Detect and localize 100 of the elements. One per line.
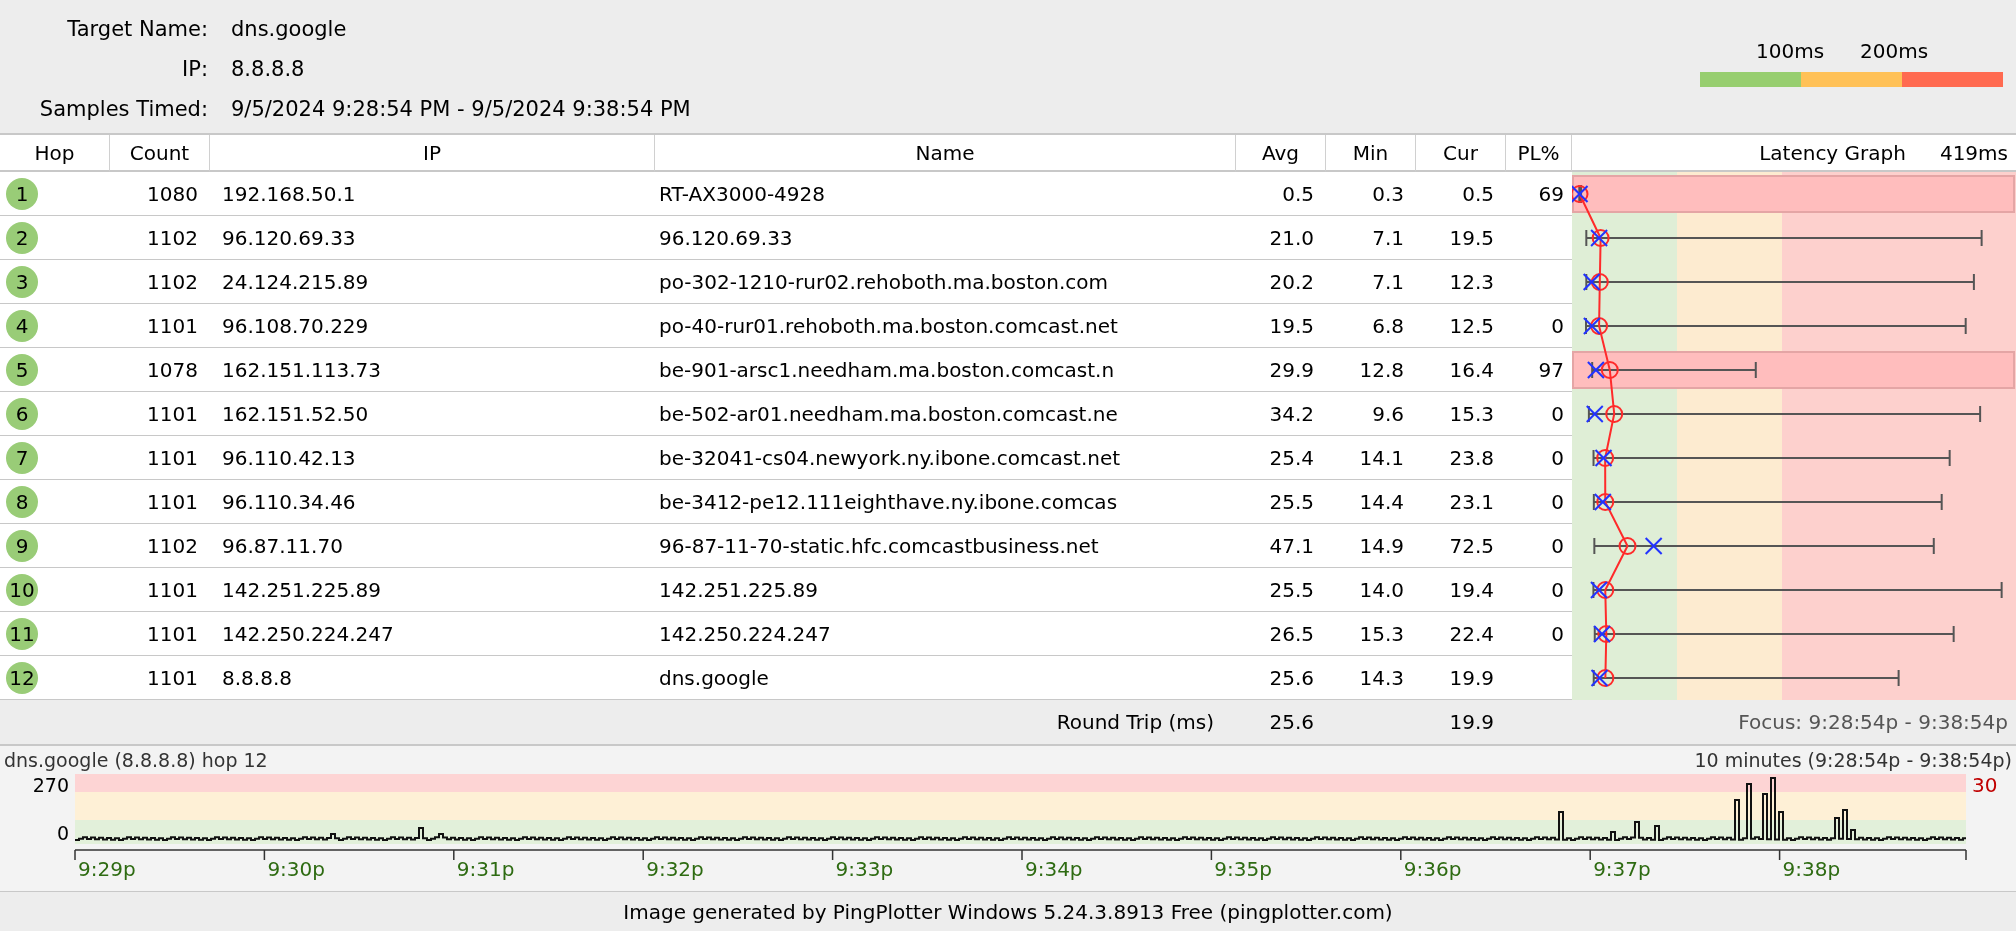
name-cell-text: be-901-arsc1.needham.ma.boston.comcast.n	[659, 356, 1115, 384]
field-value: 9/5/2024 9:28:54 PM - 9/5/2024 9:38:54 PM	[231, 95, 691, 123]
x-axis-label: 9:33p	[835, 856, 895, 883]
loss-cell-text: 0	[1551, 444, 1564, 472]
avg-cell-text: 47.1	[1269, 532, 1314, 560]
column-header[interactable]: IP	[210, 135, 655, 172]
x-axis-label: 9:37p	[1593, 856, 1652, 883]
cur-cell-text: 16.4	[1449, 356, 1494, 384]
hop-number: 9	[6, 529, 38, 562]
column-header[interactable]: Cur	[1416, 135, 1506, 172]
min-cell-text: 14.9	[1359, 532, 1404, 560]
name-cell-text: po-40-rur01.rehoboth.ma.boston.comcast.net	[659, 312, 1118, 340]
hop-number: 2	[6, 221, 38, 254]
cur-cell-text: 12.5	[1449, 312, 1494, 340]
count-cell-text: 1101	[147, 488, 198, 516]
count-cell-text: 1080	[147, 180, 198, 208]
cur-cell-text: 0.5	[1462, 180, 1494, 208]
loss-cell-text: 0	[1551, 576, 1564, 604]
field-label: Samples Timed:	[38, 95, 208, 123]
avg-cell-text: 26.5	[1269, 620, 1314, 648]
ip-cell-text: 142.250.224.247	[222, 620, 394, 648]
latency-marker	[1590, 669, 1615, 687]
column-header[interactable]: Min	[1326, 135, 1416, 172]
x-axis-label: 9:35p	[1214, 856, 1273, 883]
column-header[interactable]: Hop	[0, 135, 110, 172]
min-cell-text: 12.8	[1359, 356, 1404, 384]
x-axis-label: 9:34p	[1024, 856, 1084, 883]
legend-label: 100ms	[1756, 38, 1825, 65]
latency-marker	[1582, 273, 1609, 291]
ip-cell-text: 96.108.70.229	[222, 312, 369, 340]
column-header[interactable]: PL%	[1506, 135, 1572, 172]
avg-cell-text: 25.4	[1269, 444, 1314, 472]
ip-cell-text: 192.168.50.1	[222, 180, 356, 208]
cur-cell-text: 19.9	[1449, 664, 1494, 692]
name-cell-text: be-32041-cs04.newyork.ny.ibone.comcast.net	[659, 444, 1121, 472]
packet-loss-scale-label: 30	[1972, 773, 1998, 797]
hop-number: 6	[6, 397, 38, 430]
name-cell-text: po-302-1210-rur02.rehoboth.ma.boston.com	[659, 268, 1109, 296]
round-trip-cur: 19.9	[1449, 709, 1494, 736]
min-cell-text: 7.1	[1372, 224, 1404, 252]
name-cell-text: 142.250.224.247	[659, 620, 831, 648]
count-cell-text: 1101	[147, 444, 198, 472]
ip-cell-text: 162.151.113.73	[222, 356, 382, 384]
count-cell-text: 1101	[147, 576, 198, 604]
count-cell-text: 1101	[147, 400, 198, 428]
min-cell-text: 14.3	[1359, 664, 1404, 692]
hop-number: 10	[6, 573, 38, 606]
avg-cell-text: 21.0	[1269, 224, 1314, 252]
y-axis-label: 0	[56, 822, 69, 844]
ip-cell-text: 142.251.225.89	[222, 576, 382, 604]
x-axis-label: 9:38p	[1782, 856, 1842, 883]
avg-cell-text: 25.5	[1269, 488, 1314, 516]
count-cell-text: 1078	[147, 356, 198, 384]
ip-cell-text: 96.110.42.13	[222, 444, 356, 472]
history-title: dns.google (8.8.8.8) hop 12	[4, 747, 268, 773]
cur-cell-text: 23.8	[1449, 444, 1494, 472]
avg-cell-text: 20.2	[1269, 268, 1314, 296]
loss-cell-text: 0	[1551, 532, 1564, 560]
avg-cell-text: 25.5	[1269, 576, 1314, 604]
column-header[interactable]: Name	[655, 135, 1236, 172]
column-header[interactable]: Count	[110, 135, 210, 172]
x-axis-label: 9:30p	[267, 856, 326, 883]
count-cell-text: 1102	[147, 224, 198, 252]
round-trip-avg: 25.6	[1269, 709, 1314, 736]
field-label: IP:	[181, 55, 208, 83]
count-cell-text: 1101	[147, 620, 198, 648]
latency-marker	[1572, 185, 1589, 203]
graph-title: Latency Graph	[1759, 139, 1906, 167]
latency-marker	[1585, 405, 1624, 423]
name-cell-text: be-3412-pe12.111eighthave.ny.ibone.comcas	[659, 488, 1118, 516]
ip-cell-text: 96.87.11.70	[222, 532, 343, 560]
avg-cell-text: 29.9	[1269, 356, 1314, 384]
graph-scale: 419ms	[1939, 139, 2008, 167]
latency-marker	[1590, 229, 1610, 247]
avg-cell-text: 34.2	[1269, 400, 1314, 428]
x-axis-label: 9:32p	[646, 856, 705, 883]
column-header[interactable]: Avg	[1236, 135, 1326, 172]
ip-cell-text: 8.8.8.8	[222, 664, 292, 692]
avg-cell-text: 0.5	[1282, 180, 1314, 208]
hop-number: 4	[6, 309, 38, 342]
loss-cell-text: 69	[1538, 180, 1564, 208]
cur-cell-text: 72.5	[1449, 532, 1494, 560]
latency-marker	[1590, 581, 1615, 599]
x-axis-label: 9:31p	[456, 856, 516, 883]
latency-marker	[1582, 317, 1609, 335]
y-axis-label: 270	[32, 774, 69, 796]
x-axis-label: 9:36p	[1403, 856, 1463, 883]
hop-number: 8	[6, 485, 38, 518]
min-cell-text: 7.1	[1372, 268, 1404, 296]
cur-cell-text: 19.5	[1449, 224, 1494, 252]
ip-cell-text: 96.110.34.46	[222, 488, 356, 516]
loss-cell-text: 0	[1551, 620, 1564, 648]
history-range: 10 minutes (9:28:54p - 9:38:54p)	[1694, 747, 2012, 773]
loss-cell-text: 0	[1551, 400, 1564, 428]
loss-cell-text: 97	[1538, 356, 1564, 384]
min-cell-text: 0.3	[1372, 180, 1404, 208]
legend-label: 200ms	[1860, 38, 1929, 65]
cur-cell-text: 19.4	[1449, 576, 1494, 604]
avg-cell-text: 25.6	[1269, 664, 1314, 692]
count-cell-text: 1101	[147, 312, 198, 340]
